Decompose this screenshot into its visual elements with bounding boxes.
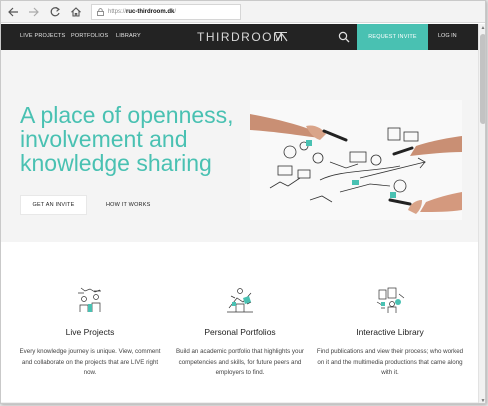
- feature-title: Personal Portfolios: [204, 327, 276, 337]
- section-divider: [1, 402, 478, 403]
- feature-interactive-library: Interactive Library Find publications an…: [315, 282, 465, 379]
- search-icon[interactable]: [338, 31, 350, 43]
- hero-title-line: A place of openness,: [20, 102, 234, 128]
- nav-portfolios[interactable]: PORTFOLIOS: [71, 33, 108, 39]
- site-logo[interactable]: THIRDROOM: [197, 30, 285, 44]
- back-icon[interactable]: [5, 4, 21, 20]
- logo-mark-icon: [275, 31, 288, 42]
- refresh-icon[interactable]: [47, 4, 63, 20]
- page-scrollbar[interactable]: ▲ ▼: [478, 24, 485, 403]
- scroll-up-icon[interactable]: ▲: [479, 24, 485, 32]
- hero-photo-hands-sketching: [250, 100, 462, 220]
- request-invite-button[interactable]: REQUEST INVITE: [357, 24, 428, 50]
- nav-library[interactable]: LIBRARY: [116, 33, 141, 39]
- url-host: ruc-thirdroom.dk: [126, 9, 175, 15]
- feature-description: Find publications and view their process…: [316, 348, 464, 376]
- forward-icon[interactable]: [26, 4, 42, 20]
- url-protocol: https://: [108, 9, 127, 15]
- hero-title-line: involvement and: [20, 126, 188, 152]
- url-path: /: [174, 9, 177, 15]
- site-navbar: LIVE PROJECTS PORTFOLIOS LIBRARY THIRDRO…: [1, 24, 478, 50]
- scrollbar-thumb[interactable]: [480, 34, 485, 124]
- login-link[interactable]: LOG IN: [438, 33, 457, 39]
- nav-live-projects[interactable]: LIVE PROJECTS: [20, 33, 65, 39]
- feature-personal-portfolios: Personal Portfolios Build an academic po…: [165, 282, 315, 379]
- feature-description: Every knowledge journey is unique. View,…: [19, 348, 161, 376]
- page-viewport: LIVE PROJECTS PORTFOLIOS LIBRARY THIRDRO…: [1, 24, 478, 403]
- hero-section: A place of openness, involvement and kno…: [1, 50, 478, 242]
- feature-title: Interactive Library: [356, 327, 424, 337]
- features-section: Live Projects Every knowledge journey is…: [1, 242, 478, 402]
- personal-portfolios-illustration-icon: [227, 288, 253, 313]
- hero-title-line: knowledge sharing: [20, 150, 212, 176]
- browser-toolbar: https://ruc-thirdroom.dk/: [1, 1, 485, 23]
- hero-title: A place of openness, involvement and kno…: [20, 103, 250, 175]
- address-bar[interactable]: https://ruc-thirdroom.dk/: [91, 4, 241, 20]
- feature-live-projects: Live Projects Every knowledge journey is…: [15, 282, 165, 379]
- how-it-works-link[interactable]: HOW IT WORKS: [106, 202, 150, 208]
- interactive-library-illustration-icon: [376, 287, 405, 313]
- feature-title: Live Projects: [65, 327, 115, 337]
- live-projects-illustration-icon: [78, 287, 101, 312]
- lock-icon: [97, 8, 104, 16]
- hero-illustration: [250, 100, 462, 220]
- scroll-down-icon[interactable]: ▼: [479, 397, 485, 403]
- home-icon[interactable]: [68, 4, 84, 20]
- browser-window: https://ruc-thirdroom.dk/ LIVE PROJECTS …: [0, 0, 486, 404]
- feature-description: Build an academic portfolio that highlig…: [176, 348, 304, 376]
- get-an-invite-button[interactable]: GET AN INVITE: [20, 195, 87, 215]
